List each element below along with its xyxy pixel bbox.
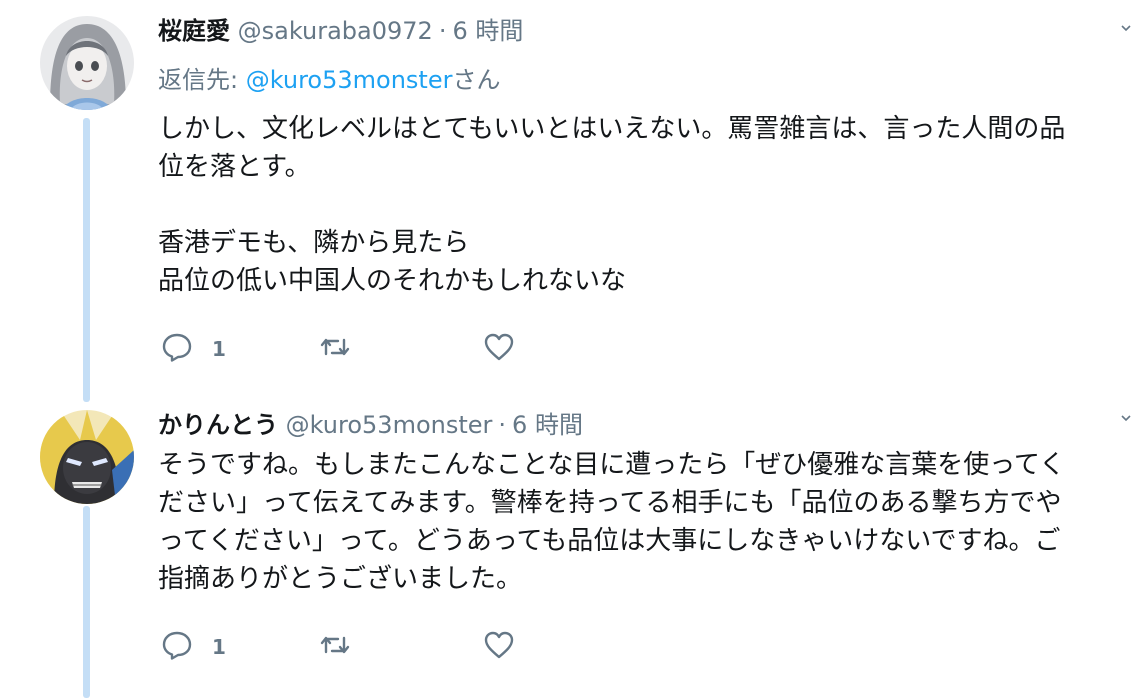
like-button[interactable] [482,331,516,367]
tweet[interactable]: 桜庭愛 @sakuraba0972 · 6 時間 返信先: @kuro53monst… [0,0,1136,402]
chevron-down-icon[interactable] [1120,22,1132,34]
tweet-header: かりんとう @kuro53monster · 6 時間 [158,408,583,442]
tweet-text-line: 品位の低い中国人のそれかもしれないな [158,266,627,296]
thread-line [83,506,90,698]
separator: · [498,411,507,439]
tweet-text: しかし、文化レベルはとてもいいとはいえない。罵詈雑言は、言った人間の品 位を落と… [158,110,1136,300]
display-name[interactable]: 桜庭愛 [158,17,230,45]
reply-count: 1 [212,337,226,361]
chevron-down-icon[interactable] [1120,412,1132,424]
timestamp[interactable]: 6 時間 [512,411,583,439]
replying-to-link[interactable]: @kuro53monster [246,66,453,94]
like-button[interactable] [482,629,516,665]
heart-icon [482,330,516,368]
separator: · [438,17,447,45]
tweet-text-line: そうですね。もしまたこんなことな目に遭ったら「ぜひ優雅な言葉を使ってく [158,450,1066,480]
tweet-text-line: 香港デモも、隣から見たら [158,228,470,258]
tweet-actions: 1 [160,629,560,665]
tweet-text-line [158,186,1136,224]
replying-suffix: さん [452,66,501,94]
reply-icon [160,628,194,666]
tweet-text: そうですね。もしまたこんなことな目に遭ったら「ぜひ優雅な言葉を使ってく ださい」… [158,446,1136,598]
replying-to: 返信先: @kuro53monsterさん [158,60,500,95]
avatar[interactable] [40,16,134,110]
username[interactable]: @kuro53monster [286,411,493,439]
retweet-icon [318,628,352,666]
reply-button[interactable]: 1 [160,629,226,665]
heart-icon [482,628,516,666]
retweet-icon [318,330,352,368]
tweet-text-line: 位を落とす。 [158,152,311,182]
thread-line [83,118,90,402]
retweet-button[interactable] [318,331,352,367]
avatar[interactable] [40,410,134,504]
reply-count: 1 [212,635,226,659]
display-name[interactable]: かりんとう [158,411,278,439]
username[interactable]: @sakuraba0972 [238,17,433,45]
tweet-actions: 1 [160,331,560,367]
reply-icon [160,330,194,368]
tweet-text-line: 指摘ありがとうございました。 [158,564,523,594]
tweet-text-line: ださい」って伝えてみます。警棒を持ってる相手にも「品位のある撃ち方でや [158,488,1062,518]
tweet-header: 桜庭愛 @sakuraba0972 · 6 時間 [158,14,523,48]
tweet[interactable]: かりんとう @kuro53monster · 6 時間 そうですね。もしまたこんなこ… [0,402,1136,698]
timestamp[interactable]: 6 時間 [452,17,523,45]
replying-prefix: 返信先: [158,66,246,94]
tweet-text-line: ってください」って。どうあっても品位は大事にしなきゃいけないですね。ご [158,526,1061,556]
retweet-button[interactable] [318,629,352,665]
tweet-text-line: しかし、文化レベルはとてもいいとはいえない。罵詈雑言は、言った人間の品 [158,114,1066,144]
reply-button[interactable]: 1 [160,331,226,367]
